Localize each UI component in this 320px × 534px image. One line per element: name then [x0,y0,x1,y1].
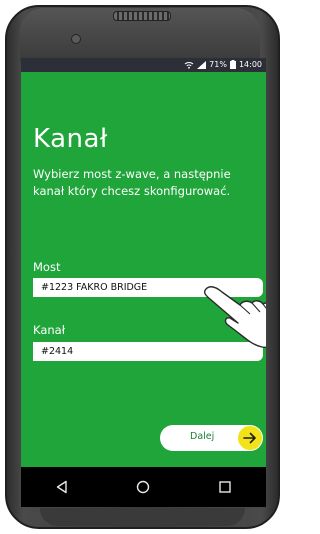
android-nav-bar [21,467,266,507]
next-circle [238,426,262,450]
kanal-label: Kanał [33,323,65,337]
arrow-right-icon [243,432,256,444]
wifi-icon [184,61,194,69]
status-bar: 71% 14:00 [21,58,266,72]
home-circle-icon [137,480,150,494]
page-title: Kanał [33,124,108,154]
status-icons: 71% 14:00 [184,60,262,69]
battery-icon [229,60,236,69]
back-triangle-icon [56,480,67,494]
app-screen: Kanał Wybierz most z-wave, a następnie k… [21,72,266,467]
phone-bottom-bezel [40,508,245,526]
page-description: Wybierz most z-wave, a następnie kanał k… [33,167,231,198]
battery-percent: 71% [209,60,227,69]
next-button-label: Dalej [190,431,215,442]
speaker-grille [113,11,171,21]
next-button[interactable]: Dalej [160,425,263,451]
pointing-hand-icon [203,286,266,348]
status-time: 14:00 [238,60,262,69]
nav-home-button[interactable] [123,472,163,502]
front-camera [71,34,81,44]
recent-square-icon [219,481,231,493]
nav-back-button[interactable] [42,472,82,502]
nav-recent-button[interactable] [205,472,245,502]
most-label: Most [33,260,61,274]
signal-icon [197,60,207,69]
